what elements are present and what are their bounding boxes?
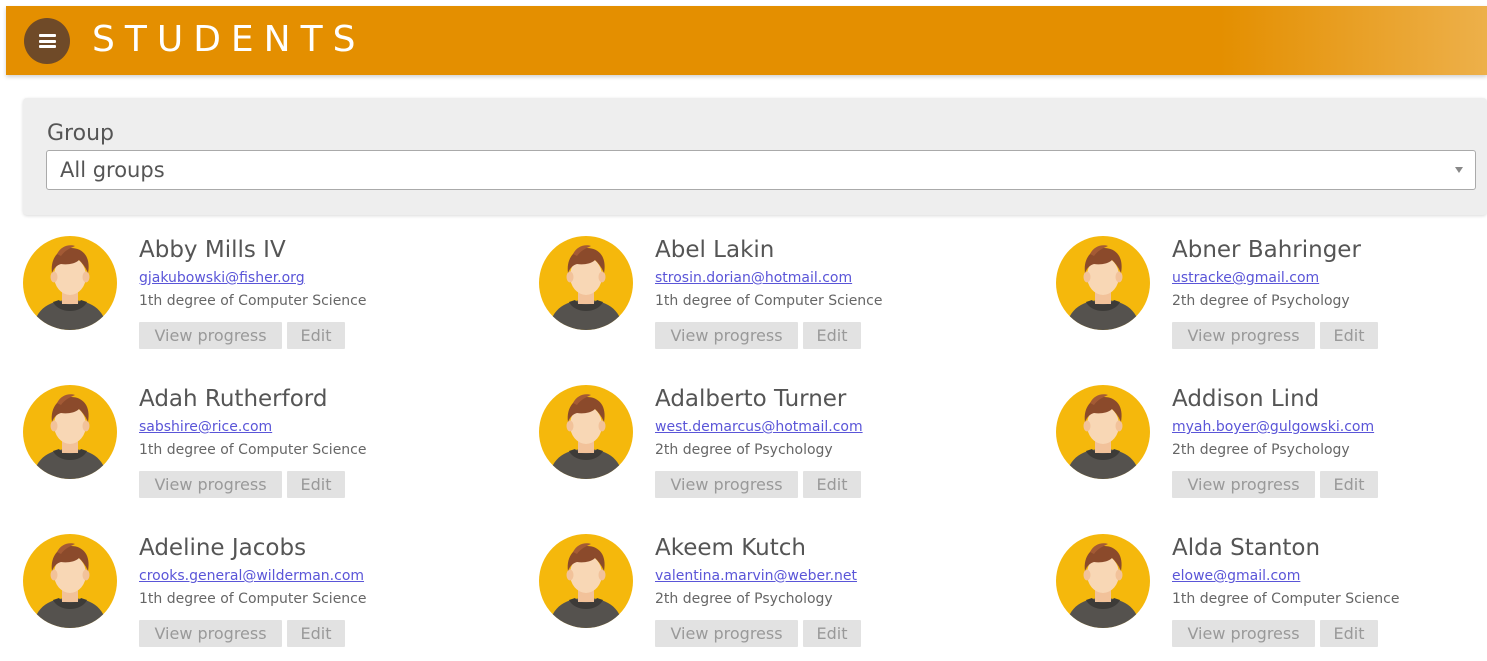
edit-button[interactable]: Edit (1320, 620, 1378, 647)
group-select[interactable]: All groups (46, 150, 1476, 190)
student-card: Adeline Jacobs crooks.general@wilderman.… (23, 534, 493, 661)
student-name: Abby Mills IV (139, 237, 286, 263)
student-email-link[interactable]: valentina.marvin@weber.net (655, 568, 857, 584)
student-name: Akeem Kutch (655, 535, 807, 561)
student-card: Abel Lakin strosin.dorian@hotmail.com 1t… (539, 236, 1009, 366)
student-name: Abner Bahringer (1172, 237, 1361, 263)
view-progress-button[interactable]: View progress (1172, 322, 1315, 349)
student-degree: 1th degree of Computer Science (139, 591, 367, 607)
student-avatar (23, 534, 117, 628)
student-email-link[interactable]: crooks.general@wilderman.com (139, 568, 364, 584)
student-card: Adah Rutherford sabshire@rice.com 1th de… (23, 385, 493, 515)
student-email-link[interactable]: sabshire@rice.com (139, 419, 272, 435)
student-card: Alda Stanton elowe@gmail.com 1th degree … (1056, 534, 1487, 661)
student-email-link[interactable]: ustracke@gmail.com (1172, 270, 1319, 286)
edit-button[interactable]: Edit (287, 471, 345, 498)
view-progress-button[interactable]: View progress (1172, 471, 1315, 498)
student-name: Addison Lind (1172, 386, 1320, 412)
view-progress-button[interactable]: View progress (139, 322, 282, 349)
student-avatar (1056, 385, 1150, 479)
view-progress-button[interactable]: View progress (655, 322, 798, 349)
view-progress-button[interactable]: View progress (1172, 620, 1315, 647)
student-card: Addison Lind myah.boyer@gulgowski.com 2t… (1056, 385, 1487, 515)
dropdown-arrow-icon (1455, 167, 1463, 173)
group-filter-label: Group (47, 121, 114, 146)
view-progress-button[interactable]: View progress (655, 620, 798, 647)
student-avatar (1056, 534, 1150, 628)
view-progress-button[interactable]: View progress (139, 471, 282, 498)
student-degree: 1th degree of Computer Science (139, 442, 367, 458)
student-avatar (23, 236, 117, 330)
hamburger-menu-icon (38, 34, 56, 48)
student-email-link[interactable]: elowe@gmail.com (1172, 568, 1300, 584)
group-filter-panel: Group All groups (23, 98, 1487, 215)
student-degree: 2th degree of Psychology (1172, 293, 1350, 309)
edit-button[interactable]: Edit (1320, 322, 1378, 349)
app-header: STUDENTS (6, 6, 1487, 75)
student-card: Adalberto Turner west.demarcus@hotmail.c… (539, 385, 1009, 515)
menu-button[interactable] (24, 18, 70, 64)
student-degree: 1th degree of Computer Science (1172, 591, 1400, 607)
student-degree: 1th degree of Computer Science (139, 293, 367, 309)
student-name: Abel Lakin (655, 237, 775, 263)
student-card: Akeem Kutch valentina.marvin@weber.net 2… (539, 534, 1009, 661)
edit-button[interactable]: Edit (1320, 471, 1378, 498)
student-card: Abby Mills IV gjakubowski@fisher.org 1th… (23, 236, 493, 366)
student-avatar (1056, 236, 1150, 330)
students-page: STUDENTS Group All groups Abby Mills IV … (0, 0, 1487, 661)
student-email-link[interactable]: myah.boyer@gulgowski.com (1172, 419, 1374, 435)
edit-button[interactable]: Edit (803, 322, 861, 349)
student-email-link[interactable]: gjakubowski@fisher.org (139, 270, 305, 286)
student-email-link[interactable]: west.demarcus@hotmail.com (655, 419, 863, 435)
student-email-link[interactable]: strosin.dorian@hotmail.com (655, 270, 852, 286)
student-name: Adeline Jacobs (139, 535, 307, 561)
edit-button[interactable]: Edit (803, 471, 861, 498)
student-avatar (539, 534, 633, 628)
student-avatar (539, 236, 633, 330)
student-degree: 2th degree of Psychology (655, 442, 833, 458)
student-avatar (23, 385, 117, 479)
view-progress-button[interactable]: View progress (655, 471, 798, 498)
student-degree: 1th degree of Computer Science (655, 293, 883, 309)
student-card: Abner Bahringer ustracke@gmail.com 2th d… (1056, 236, 1487, 366)
view-progress-button[interactable]: View progress (139, 620, 282, 647)
student-degree: 2th degree of Psychology (1172, 442, 1350, 458)
group-select-value: All groups (60, 158, 165, 182)
page-title: STUDENTS (92, 19, 366, 60)
student-avatar (539, 385, 633, 479)
student-name: Adalberto Turner (655, 386, 847, 412)
edit-button[interactable]: Edit (287, 620, 345, 647)
student-name: Adah Rutherford (139, 386, 328, 412)
edit-button[interactable]: Edit (287, 322, 345, 349)
student-name: Alda Stanton (1172, 535, 1321, 561)
student-degree: 2th degree of Psychology (655, 591, 833, 607)
edit-button[interactable]: Edit (803, 620, 861, 647)
